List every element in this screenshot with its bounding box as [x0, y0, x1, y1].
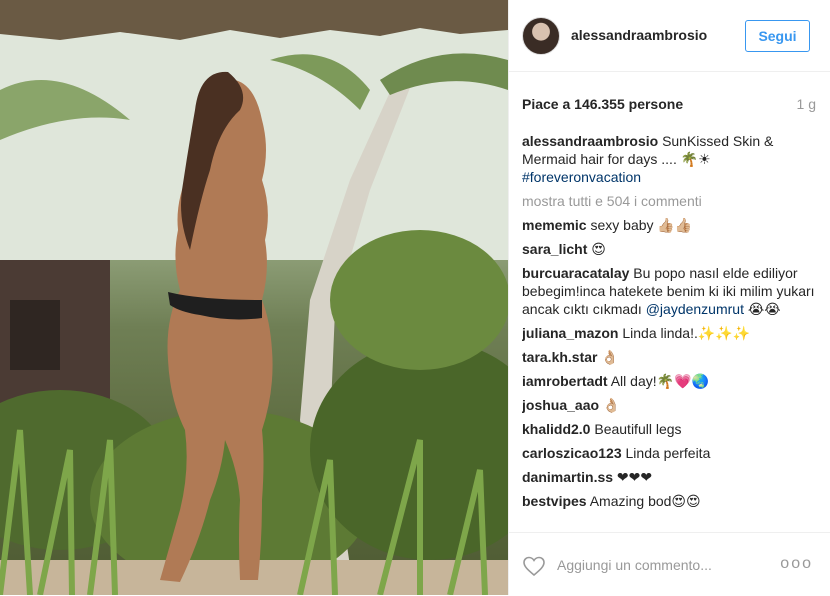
comment-text: Linda perfeita: [625, 445, 711, 461]
avatar[interactable]: [522, 17, 560, 55]
post-photo[interactable]: [0, 0, 508, 595]
comment-text: Linda linda!.✨✨✨: [622, 325, 751, 341]
heart-icon[interactable]: [522, 555, 546, 577]
post-sidebar: alessandraambrosio Segui Piace a 146.355…: [508, 0, 830, 595]
comment-row: juliana_mazon Linda linda!.✨✨✨: [522, 324, 817, 342]
comment-text: 😍: [591, 241, 606, 257]
comment-row: joshua_aao 👌🏼: [522, 396, 817, 414]
comment-row: sara_licht 😍: [522, 240, 817, 258]
comment-text: Beautifull legs: [594, 421, 682, 437]
comment-username[interactable]: burcuaracatalay: [522, 265, 629, 281]
comment-text: Amazing bod😍😍: [589, 493, 701, 509]
comment-username[interactable]: joshua_aao: [522, 397, 599, 413]
comment-row: danimartin.ss ❤❤❤: [522, 468, 817, 486]
caption-hashtag[interactable]: #foreveronvacation: [522, 169, 641, 185]
more-options-icon[interactable]: ooo: [780, 555, 813, 573]
header-username[interactable]: alessandraambrosio: [571, 27, 707, 43]
comment-username[interactable]: sara_licht: [522, 241, 587, 257]
comment-text: 👌🏼: [601, 349, 619, 365]
comment-username[interactable]: khalidd2.0: [522, 421, 590, 437]
comment-text: ❤❤❤: [616, 469, 653, 485]
comment-username[interactable]: tara.kh.star: [522, 349, 597, 365]
comment-row: bestvipes Amazing bod😍😍: [522, 492, 817, 510]
caption: alessandraambrosio SunKissed Skin & Merm…: [522, 132, 817, 186]
likes-count[interactable]: Piace a 146.355 persone: [522, 96, 683, 112]
comment-username[interactable]: danimartin.ss: [522, 469, 613, 485]
comment-username[interactable]: bestvipes: [522, 493, 587, 509]
comment-mention[interactable]: @jaydenzumrut: [646, 301, 744, 317]
caption-username[interactable]: alessandraambrosio: [522, 133, 658, 149]
comment-username[interactable]: mememic: [522, 217, 587, 233]
comment-text: All day!🌴💗🌏: [610, 373, 709, 389]
comment-text: 👌🏼: [602, 397, 621, 413]
comment-row: iamrobertadt All day!🌴💗🌏: [522, 372, 817, 390]
comment-row: mememic sexy baby 👍🏼👍🏼: [522, 216, 817, 234]
comment-row: carloszicao123 Linda perfeita: [522, 444, 817, 462]
comment-row: burcuaracatalay Bu popo nasıl elde edili…: [522, 264, 817, 318]
show-all-comments-link[interactable]: mostra tutti e 504 i commenti: [522, 192, 817, 210]
comment-username[interactable]: iamrobertadt: [522, 373, 608, 389]
comment-input[interactable]: Aggiungi un commento...: [557, 557, 712, 573]
comment-username[interactable]: carloszicao123: [522, 445, 622, 461]
post-header: alessandraambrosio Segui: [509, 0, 830, 72]
likes-row: Piace a 146.355 persone: [522, 96, 812, 112]
comment-row: khalidd2.0 Beautifull legs: [522, 420, 817, 438]
comment-suffix: 😭😭: [747, 301, 781, 317]
photo-illustration: [0, 0, 508, 595]
comment-row: tara.kh.star 👌🏼: [522, 348, 817, 366]
comment-username[interactable]: juliana_mazon: [522, 325, 618, 341]
post-time[interactable]: 1 g: [797, 96, 816, 112]
comment-bar: Aggiungi un commento... ooo: [509, 532, 830, 596]
follow-button[interactable]: Segui: [745, 20, 810, 52]
post-modal: alessandraambrosio Segui Piace a 146.355…: [0, 0, 830, 595]
comments-list[interactable]: alessandraambrosio SunKissed Skin & Merm…: [522, 132, 817, 526]
comment-text: sexy baby 👍🏼👍🏼: [590, 217, 693, 233]
